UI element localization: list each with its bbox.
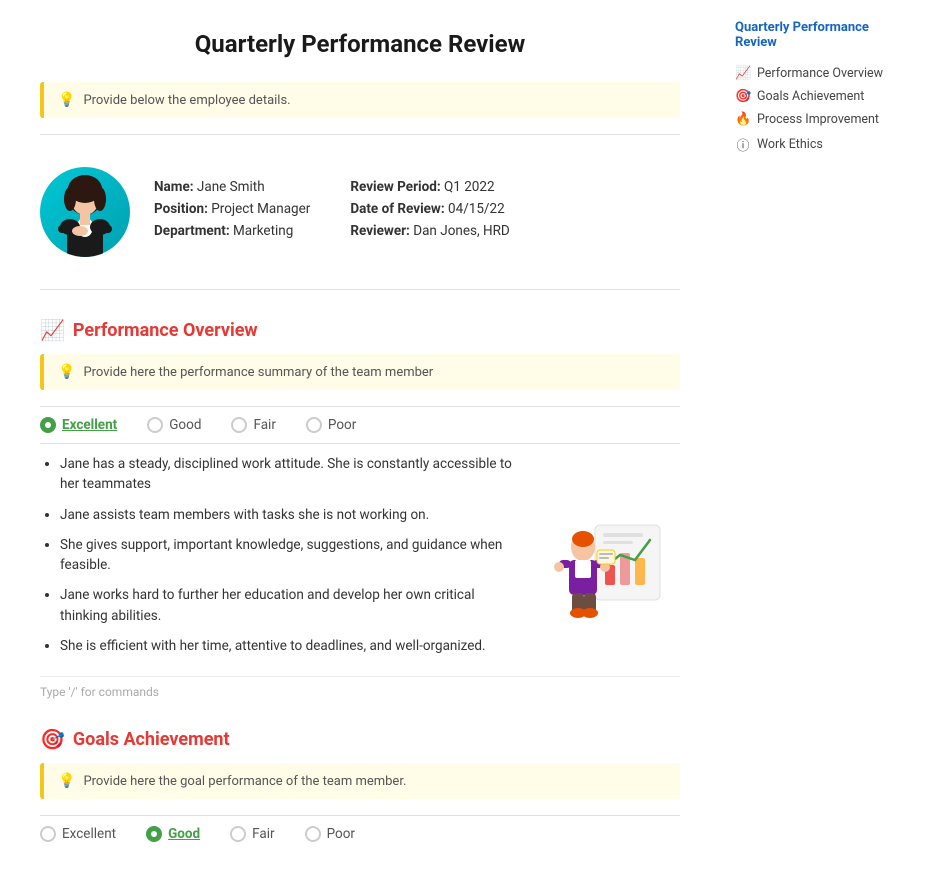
- sidebar: Quarterly Performance Review 📈 Performan…: [720, 0, 900, 882]
- employee-hint-text: Provide below the employee details.: [83, 93, 290, 108]
- goals-label-fair: Fair: [252, 826, 274, 842]
- divider-1: [40, 134, 680, 135]
- label-good: Good: [169, 417, 201, 433]
- rating-fair[interactable]: Fair: [231, 417, 275, 433]
- performance-bullets: Jane has a steady, disciplined work atti…: [40, 454, 520, 666]
- employee-info: Name: Jane Smith Position: Project Manag…: [154, 179, 510, 245]
- reviewer-field: Reviewer: Dan Jones, HRD: [350, 223, 509, 239]
- divider-2: [40, 289, 680, 290]
- goals-icon: 🎯: [40, 727, 65, 751]
- main-content: Quarterly Performance Review 💡 Provide b…: [0, 0, 720, 882]
- sidebar-ethics-icon: ⓘ: [735, 135, 751, 154]
- label-excellent: Excellent: [62, 417, 117, 433]
- rating-good[interactable]: Good: [147, 417, 201, 433]
- goals-section: 🎯 Goals Achievement 💡 Provide here the g…: [40, 727, 680, 852]
- sidebar-process-label: Process Improvement: [757, 112, 879, 127]
- performance-rating-row: Excellent Good Fair Poor: [40, 406, 680, 444]
- sidebar-item-performance[interactable]: 📈 Performance Overview: [735, 62, 885, 85]
- avatar: [40, 167, 130, 257]
- goals-radio-poor[interactable]: [305, 826, 321, 842]
- rating-poor[interactable]: Poor: [306, 417, 356, 433]
- sidebar-title: Quarterly Performance Review: [735, 20, 885, 50]
- position-field: Position: Project Manager: [154, 201, 310, 217]
- goals-hint-text: Provide here the goal performance of the…: [83, 774, 406, 789]
- radio-fair[interactable]: [231, 417, 247, 433]
- performance-illustration: [540, 454, 680, 666]
- rating-excellent[interactable]: Excellent: [40, 417, 117, 433]
- bullet-5: She is efficient with her time, attentiv…: [60, 636, 520, 656]
- sidebar-ethics-label: Work Ethics: [757, 137, 823, 152]
- performance-icon: 📈: [40, 318, 65, 342]
- performance-hint-box: 💡 Provide here the performance summary o…: [40, 354, 680, 390]
- goals-label-good: Good: [168, 826, 200, 842]
- goals-section-header: 🎯 Goals Achievement: [40, 727, 680, 751]
- hint-icon-1: 💡: [58, 92, 75, 108]
- page-title: Quarterly Performance Review: [40, 30, 680, 58]
- bullet-2: Jane assists team members with tasks she…: [60, 505, 520, 525]
- bullet-3: She gives support, important knowledge, …: [60, 535, 520, 576]
- employee-section: Name: Jane Smith Position: Project Manag…: [40, 151, 680, 273]
- sidebar-performance-label: Performance Overview: [757, 66, 883, 81]
- slash-hint: Type '/' for commands: [40, 676, 680, 699]
- review-period-field: Review Period: Q1 2022: [350, 179, 509, 195]
- label-poor: Poor: [328, 417, 356, 433]
- sidebar-goals-icon: 🎯: [735, 89, 751, 104]
- performance-content-area: Jane has a steady, disciplined work atti…: [40, 454, 680, 666]
- performance-title: Performance Overview: [73, 320, 258, 341]
- goals-rating-excellent[interactable]: Excellent: [40, 826, 116, 842]
- goals-hint-box: 💡 Provide here the goal performance of t…: [40, 763, 680, 799]
- bullet-1: Jane has a steady, disciplined work atti…: [60, 454, 520, 495]
- name-field: Name: Jane Smith: [154, 179, 310, 195]
- hint-icon-3: 💡: [58, 773, 75, 789]
- radio-poor[interactable]: [306, 417, 322, 433]
- goals-title: Goals Achievement: [73, 729, 230, 750]
- goals-label-excellent: Excellent: [62, 826, 116, 842]
- date-field: Date of Review: 04/15/22: [350, 201, 509, 217]
- sidebar-process-icon: 🔥: [735, 112, 751, 127]
- radio-good[interactable]: [147, 417, 163, 433]
- sidebar-item-process[interactable]: 🔥 Process Improvement: [735, 108, 885, 131]
- performance-hint-text: Provide here the performance summary of …: [83, 365, 433, 380]
- sidebar-item-goals[interactable]: 🎯 Goals Achievement: [735, 85, 885, 108]
- performance-section-header: 📈 Performance Overview: [40, 318, 680, 342]
- goals-radio-excellent[interactable]: [40, 826, 56, 842]
- radio-excellent[interactable]: [40, 417, 56, 433]
- label-fair: Fair: [253, 417, 275, 433]
- goals-radio-fair[interactable]: [230, 826, 246, 842]
- hint-icon-2: 💡: [58, 364, 75, 380]
- bullet-4: Jane works hard to further her education…: [60, 585, 520, 626]
- info-col-right: Review Period: Q1 2022 Date of Review: 0…: [350, 179, 509, 245]
- goals-rating-poor[interactable]: Poor: [305, 826, 355, 842]
- goals-rating-good[interactable]: Good: [146, 826, 200, 842]
- goals-rating-row: Excellent Good Fair Poor: [40, 815, 680, 852]
- sidebar-performance-icon: 📈: [735, 66, 751, 81]
- sidebar-item-ethics[interactable]: ⓘ Work Ethics: [735, 131, 885, 158]
- sidebar-goals-label: Goals Achievement: [757, 89, 864, 104]
- employee-hint-box: 💡 Provide below the employee details.: [40, 82, 680, 118]
- goals-radio-good[interactable]: [146, 826, 162, 842]
- goals-rating-fair[interactable]: Fair: [230, 826, 274, 842]
- department-field: Department: Marketing: [154, 223, 310, 239]
- info-col-left: Name: Jane Smith Position: Project Manag…: [154, 179, 310, 245]
- goals-label-poor: Poor: [327, 826, 355, 842]
